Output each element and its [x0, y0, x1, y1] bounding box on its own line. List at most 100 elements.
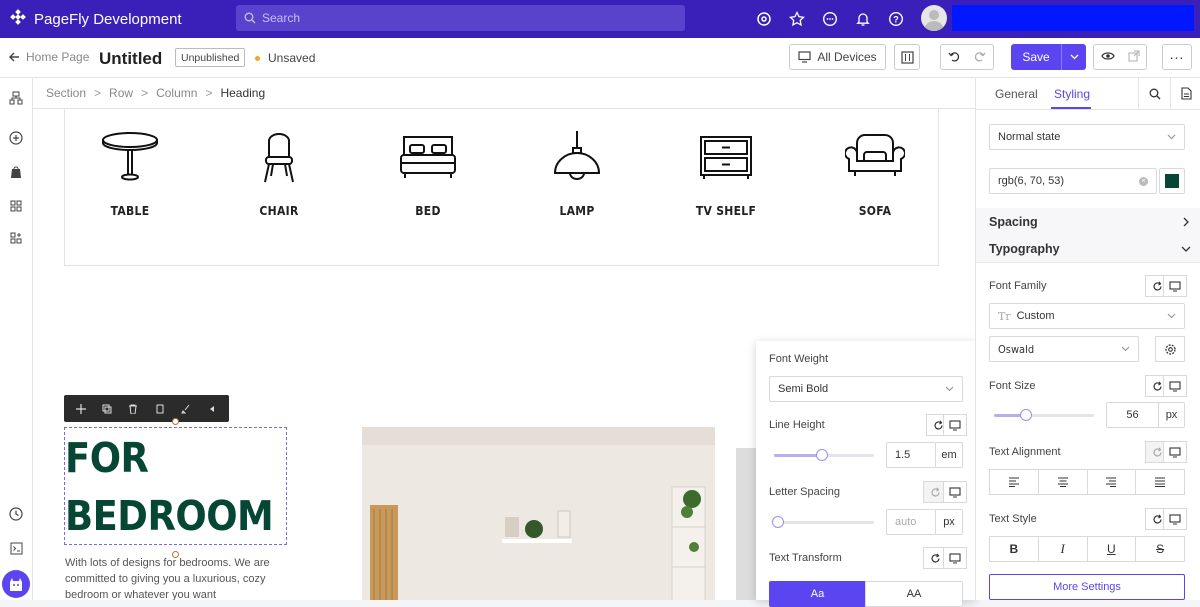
font-family-label: Font Family: [989, 280, 1047, 292]
page-title[interactable]: Untitled: [99, 49, 162, 69]
breadcrumb-section[interactable]: Section: [46, 86, 86, 100]
color-input[interactable]: rgb(6, 70, 53) ×: [989, 168, 1157, 194]
font-size-slider[interactable]: [994, 409, 1094, 421]
search-icon[interactable]: [1138, 78, 1170, 109]
align-center-icon[interactable]: [1039, 470, 1088, 494]
font-settings-gear-icon[interactable]: [1155, 336, 1185, 362]
font-source-select[interactable]: Tr Custom: [989, 303, 1185, 329]
letter-spacing-unit[interactable]: px: [935, 509, 963, 535]
spacing-section-header[interactable]: Spacing: [976, 208, 1200, 236]
user-info-box[interactable]: [952, 5, 1194, 31]
breadcrumb-chevron-icon: >: [141, 86, 149, 100]
category-section[interactable]: TABLE CHAIR BED LAMP TV SHELF SOFA: [64, 109, 939, 266]
trash-icon[interactable]: [125, 401, 141, 417]
tab-general[interactable]: General: [995, 87, 1038, 101]
redo-icon[interactable]: [974, 50, 986, 65]
shopify-icon[interactable]: [6, 162, 26, 182]
star-icon[interactable]: [787, 9, 807, 29]
sliders-icon: [900, 50, 914, 64]
font-family-select[interactable]: Oswald: [989, 336, 1139, 362]
state-select[interactable]: Normal state: [989, 124, 1185, 150]
font-weight-label: Font Weight: [769, 353, 829, 365]
line-height-unit[interactable]: em: [935, 442, 963, 468]
search-icon: [244, 12, 256, 24]
device-selector[interactable]: All Devices: [789, 44, 886, 70]
document-icon[interactable]: [1170, 78, 1200, 109]
chat-icon[interactable]: [820, 9, 840, 29]
save-button-group: Save: [1011, 44, 1086, 70]
pagefly-mascot-icon[interactable]: [2, 570, 30, 598]
align-left-icon[interactable]: [990, 470, 1039, 494]
color-swatch-button[interactable]: [1159, 168, 1185, 194]
avatar[interactable]: [921, 5, 947, 31]
move-icon[interactable]: [73, 401, 89, 417]
category-label: LAMP: [559, 204, 595, 218]
bedroom-photo[interactable]: [362, 427, 715, 600]
undo-icon[interactable]: [948, 50, 960, 65]
desktop-icon[interactable]: [1163, 508, 1187, 530]
more-menu-button[interactable]: ...: [1162, 44, 1192, 70]
letter-spacing-slider[interactable]: [772, 516, 874, 528]
clear-icon[interactable]: ×: [1139, 177, 1148, 186]
align-right-icon[interactable]: [1088, 470, 1137, 494]
font-size-label: Font Size: [989, 380, 1036, 392]
align-justify-icon[interactable]: [1136, 470, 1184, 494]
settings-gear-icon[interactable]: [754, 9, 774, 29]
font-size-unit[interactable]: px: [1158, 402, 1185, 428]
save-options-chevron-icon[interactable]: [1061, 44, 1086, 70]
save-button[interactable]: Save: [1011, 50, 1061, 64]
category-bed[interactable]: BED: [378, 131, 478, 218]
external-link-icon[interactable]: [1127, 49, 1140, 65]
font-size-input[interactable]: 56: [1106, 402, 1159, 428]
tab-styling[interactable]: Styling: [1054, 87, 1090, 101]
desktop-icon[interactable]: [943, 414, 967, 436]
desktop-icon[interactable]: [1163, 375, 1187, 397]
grid-icon[interactable]: [6, 196, 26, 216]
italic-icon[interactable]: I: [1039, 537, 1088, 561]
bell-icon[interactable]: [853, 9, 873, 29]
resize-handle-icon[interactable]: [172, 418, 179, 425]
line-height-input[interactable]: 1.5: [886, 442, 936, 468]
back-link[interactable]: Home Page: [8, 50, 89, 64]
breadcrumb-column[interactable]: Column: [156, 86, 197, 100]
desktop-icon[interactable]: [943, 481, 967, 503]
history-clock-icon[interactable]: [6, 504, 26, 524]
category-lamp[interactable]: LAMP: [527, 131, 627, 218]
desktop-icon[interactable]: [943, 547, 967, 569]
copy-style-icon[interactable]: [152, 401, 168, 417]
app-logo[interactable]: PageFly Development: [0, 9, 236, 29]
category-tv-shelf[interactable]: TV SHELF: [676, 131, 776, 218]
category-sofa[interactable]: SOFA: [825, 131, 925, 218]
line-height-slider[interactable]: [774, 449, 874, 461]
body-text[interactable]: With lots of designs for bedrooms. We ar…: [65, 555, 290, 600]
add-element-icon[interactable]: [6, 128, 26, 148]
font-weight-select[interactable]: Semi Bold: [769, 376, 963, 402]
help-icon[interactable]: ?: [886, 9, 906, 29]
transform-capitalize-button[interactable]: Aa: [769, 581, 866, 607]
transform-uppercase-button[interactable]: AA: [865, 581, 963, 607]
layout-settings-button[interactable]: [894, 44, 920, 70]
desktop-icon[interactable]: [1163, 275, 1187, 297]
breadcrumb-heading[interactable]: Heading: [220, 86, 265, 100]
typography-section-header[interactable]: Typography: [976, 235, 1200, 263]
bold-icon[interactable]: B: [990, 537, 1039, 561]
sitemap-icon[interactable]: [6, 88, 26, 108]
bedroom-heading[interactable]: FOR BEDROOM: [65, 429, 274, 545]
category-table[interactable]: TABLE: [80, 131, 180, 218]
strikethrough-icon[interactable]: S: [1136, 537, 1184, 561]
bed-icon: [400, 136, 456, 178]
letter-spacing-input[interactable]: auto: [886, 509, 936, 535]
paint-brush-icon[interactable]: [178, 401, 194, 417]
collapse-arrow-icon[interactable]: [204, 401, 220, 417]
apps-icon[interactable]: [6, 228, 26, 248]
desktop-icon[interactable]: [1163, 441, 1187, 463]
search-input[interactable]: Search: [236, 5, 685, 31]
code-terminal-icon[interactable]: [6, 538, 26, 558]
category-chair[interactable]: CHAIR: [229, 131, 329, 218]
underline-icon[interactable]: U: [1088, 537, 1137, 561]
top-bar: PageFly Development Search ?: [0, 0, 1200, 38]
duplicate-icon[interactable]: [99, 401, 115, 417]
breadcrumb-row[interactable]: Row: [109, 86, 133, 100]
more-settings-button[interactable]: More Settings: [989, 574, 1185, 600]
eye-icon[interactable]: [1100, 50, 1115, 64]
